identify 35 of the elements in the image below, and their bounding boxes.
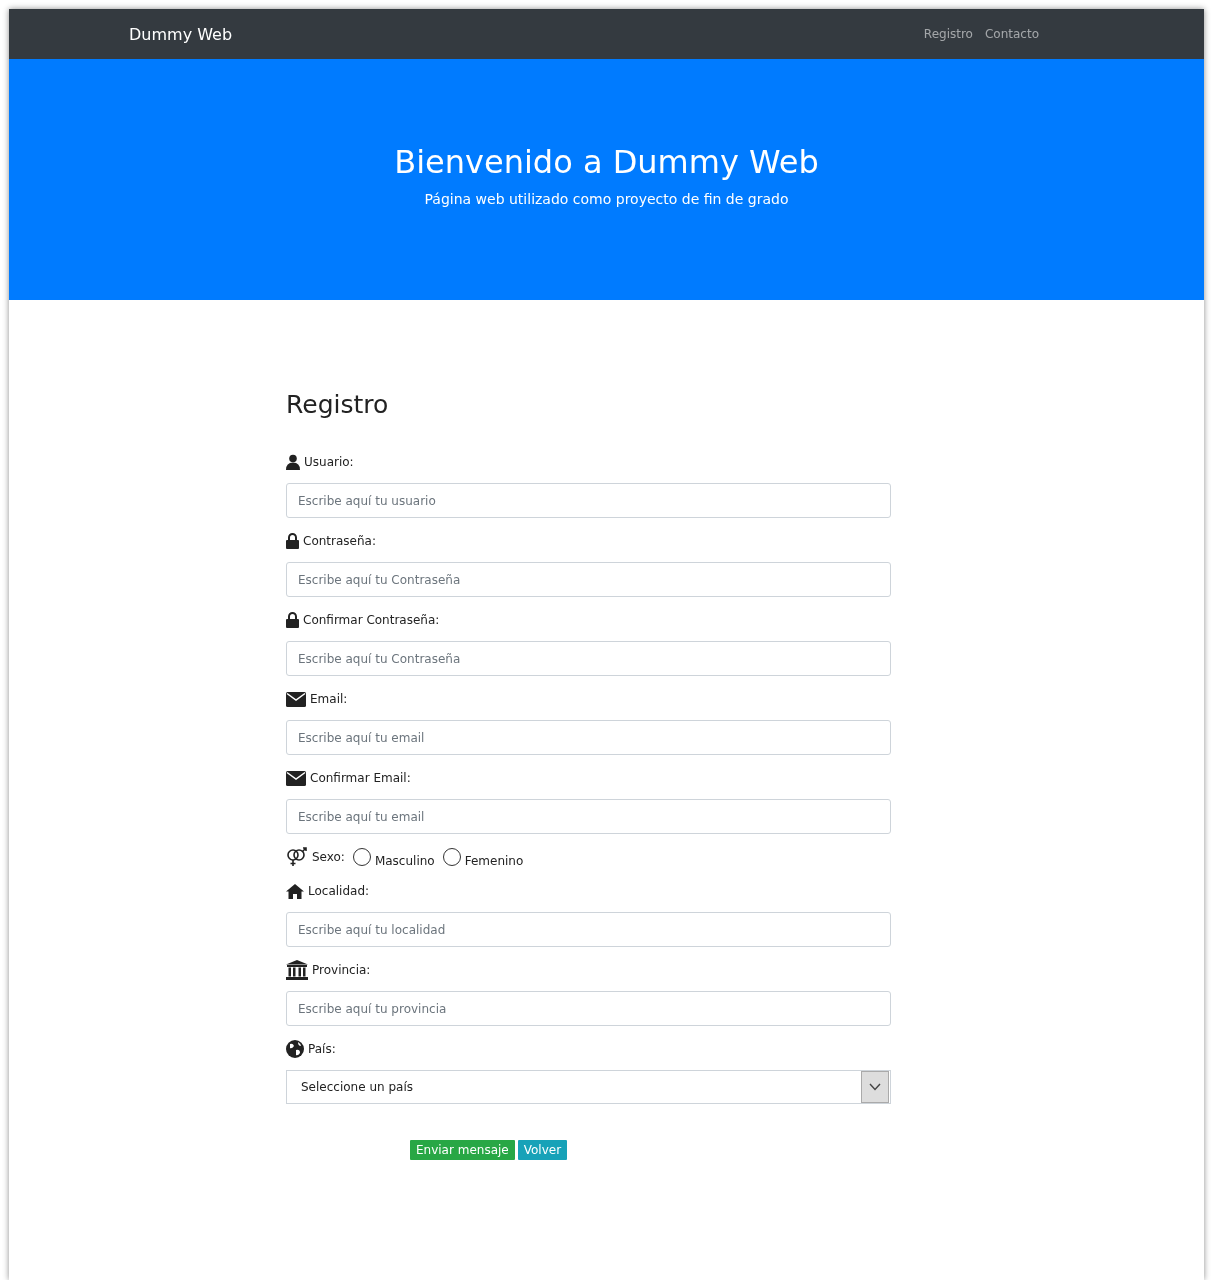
lock-icon xyxy=(286,612,299,628)
hero-title: Bienvenido a Dummy Web xyxy=(394,143,819,181)
field-label: Sexo: xyxy=(312,850,345,864)
radio-label[interactable]: Femenino xyxy=(464,854,524,868)
text-input[interactable]: Escribe aquí tu Contraseña xyxy=(286,562,891,597)
field-label: País: xyxy=(308,1042,336,1056)
field-label: Usuario: xyxy=(304,455,354,469)
hero-subtitle: Página web utilizado como proyecto de fin de grado xyxy=(424,191,789,207)
field-label: Localidad: xyxy=(308,884,370,898)
field-label: Email: xyxy=(310,692,348,706)
globe-icon xyxy=(286,1040,304,1058)
chevron-down-icon xyxy=(869,1083,881,1091)
field-label: Confirmar Email: xyxy=(310,771,411,785)
country-select[interactable]: Seleccione un país xyxy=(286,1070,891,1104)
field-label: Contraseña: xyxy=(303,534,376,548)
lock-icon xyxy=(286,533,299,549)
form-title: Registro xyxy=(286,390,390,419)
field-label: Confirmar Contraseña: xyxy=(303,613,440,627)
bank-icon xyxy=(286,960,308,980)
nav-link[interactable]: Contacto xyxy=(984,27,1039,41)
brand-link[interactable]: Dummy Web xyxy=(129,24,233,44)
text-input[interactable]: Escribe aquí tu localidad xyxy=(286,912,891,947)
text-input[interactable]: Escribe aquí tu usuario xyxy=(286,483,891,518)
gender-icon xyxy=(286,847,308,867)
radio-label[interactable]: Masculino xyxy=(374,854,435,868)
home-icon xyxy=(286,883,304,899)
text-input[interactable]: Escribe aquí tu Contraseña xyxy=(286,641,891,676)
user-icon xyxy=(286,454,300,470)
envelope-icon xyxy=(286,691,306,707)
nav-link[interactable]: Registro xyxy=(923,27,973,41)
field-label: Provincia: xyxy=(312,963,371,977)
text-input[interactable]: Escribe aquí tu provincia xyxy=(286,991,891,1026)
envelope-icon xyxy=(286,770,306,786)
text-input[interactable]: Escribe aquí tu email xyxy=(286,720,891,755)
text-input[interactable]: Escribe aquí tu email xyxy=(286,799,891,834)
